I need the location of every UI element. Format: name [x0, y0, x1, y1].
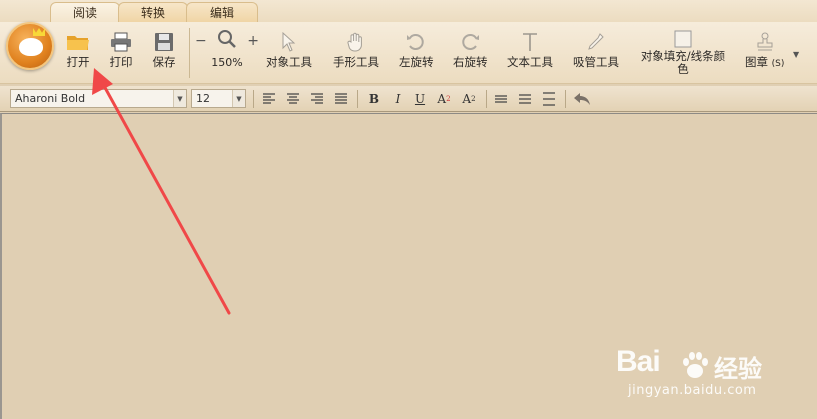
text-t-icon [518, 30, 542, 54]
rotate-left-icon [404, 30, 428, 54]
subscript-button[interactable]: A2 [460, 90, 478, 108]
watermark-brand-cn: 经验 [714, 355, 762, 383]
stamp-button[interactable]: 图章 (S) [745, 30, 784, 76]
open-button[interactable]: 打开 [66, 30, 90, 76]
font-size-value: 12 [196, 92, 210, 105]
font-family-value: Aharoni Bold [15, 92, 86, 105]
font-size-select[interactable]: 12 ▼ [191, 89, 246, 108]
printer-icon [109, 30, 133, 54]
cursor-arrow-icon [277, 30, 301, 54]
paw-icon [683, 352, 708, 378]
watermark-url: jingyan.baidu.com [628, 383, 757, 398]
stamp-text: 图章 [745, 55, 768, 69]
line-spacing-single-icon[interactable] [492, 90, 510, 108]
app-logo-button[interactable] [6, 22, 54, 70]
line-spacing-wide-icon[interactable] [540, 90, 558, 108]
text-tool-label: 文本工具 [507, 55, 553, 69]
eyedropper-tool-button[interactable]: 吸管工具 [573, 30, 619, 76]
toolbar-divider [486, 90, 487, 108]
eyedropper-icon [584, 30, 608, 54]
ribbon-overflow-chevron-icon[interactable]: ▼ [793, 50, 799, 59]
toolbar-divider [357, 90, 358, 108]
align-justify-icon[interactable] [332, 90, 350, 108]
hand-icon [344, 30, 368, 54]
align-left-icon[interactable] [260, 90, 278, 108]
undo-icon[interactable] [571, 90, 593, 108]
line-spacing-medium-icon[interactable] [516, 90, 534, 108]
align-right-icon[interactable] [308, 90, 326, 108]
superscript-base: A [437, 92, 447, 106]
format-toolbar: Aharoni Bold ▼ 12 ▼ B I U A2 A2 [0, 86, 817, 112]
rotate-left-button[interactable]: 左旋转 [399, 30, 434, 76]
print-button[interactable]: 打印 [109, 30, 133, 76]
floppy-disk-icon [152, 30, 176, 54]
underline-button[interactable]: U [411, 90, 429, 108]
object-tool-button[interactable]: 对象工具 [266, 30, 312, 76]
tab-edit-label: 编辑 [209, 6, 234, 20]
rotate-right-icon [458, 30, 482, 54]
zoom-level: 150% [211, 56, 243, 69]
rotate-left-label: 左旋转 [399, 55, 434, 69]
rotate-right-button[interactable]: 右旋转 [453, 30, 488, 76]
zoom-in-button[interactable]: + [247, 33, 259, 49]
magnifier-icon[interactable] [217, 29, 237, 53]
text-tool-button[interactable]: 文本工具 [507, 30, 553, 76]
zoom-out-button[interactable]: − [195, 33, 207, 49]
folder-icon [66, 30, 90, 54]
toolbar-divider [565, 90, 566, 108]
tab-edit[interactable]: 编辑 [186, 2, 258, 22]
tab-read-label: 阅读 [72, 6, 97, 20]
stamp-label: 图章 (S) [745, 56, 784, 71]
eyedropper-label: 吸管工具 [573, 55, 619, 69]
tab-bar: 阅读 转换 编辑 [0, 0, 817, 22]
bold-button[interactable]: B [365, 90, 383, 108]
hand-tool-label: 手形工具 [333, 55, 379, 69]
tab-read[interactable]: 阅读 [50, 2, 120, 22]
watermark-brand: Bai [616, 345, 661, 378]
rotate-right-label: 右旋转 [453, 55, 488, 69]
zoom-control: − + [195, 30, 259, 52]
stamp-shortcut: (S) [771, 59, 785, 69]
baidu-watermark: Bai 经验 jingyan.baidu.com [610, 345, 810, 415]
object-tool-label: 对象工具 [266, 55, 312, 69]
superscript-mark: 2 [446, 95, 451, 103]
stamp-icon [753, 30, 777, 54]
mascot-icon [19, 38, 43, 56]
subscript-mark: 2 [471, 95, 476, 103]
color-swatch-icon [671, 30, 695, 48]
ribbon-divider [189, 28, 190, 78]
align-center-icon[interactable] [284, 90, 302, 108]
tab-convert-label: 转换 [140, 6, 165, 20]
save-label: 保存 [152, 55, 176, 69]
save-button[interactable]: 保存 [152, 30, 176, 76]
hand-tool-button[interactable]: 手形工具 [333, 30, 379, 76]
italic-button[interactable]: I [389, 90, 407, 108]
toolbar-divider [253, 90, 254, 108]
chevron-down-icon[interactable]: ▼ [173, 90, 186, 107]
font-family-select[interactable]: Aharoni Bold ▼ [10, 89, 187, 108]
chevron-down-icon[interactable]: ▼ [232, 90, 245, 107]
open-label: 打开 [66, 55, 90, 69]
superscript-button[interactable]: A2 [435, 90, 453, 108]
fill-line-color-label-2: 色 [677, 62, 689, 76]
subscript-base: A [462, 92, 472, 106]
fill-line-color-button[interactable]: 对象填充/线条颜 色 [637, 30, 729, 76]
print-label: 打印 [109, 55, 133, 69]
crown-icon [33, 28, 45, 36]
tab-convert[interactable]: 转换 [118, 2, 188, 22]
